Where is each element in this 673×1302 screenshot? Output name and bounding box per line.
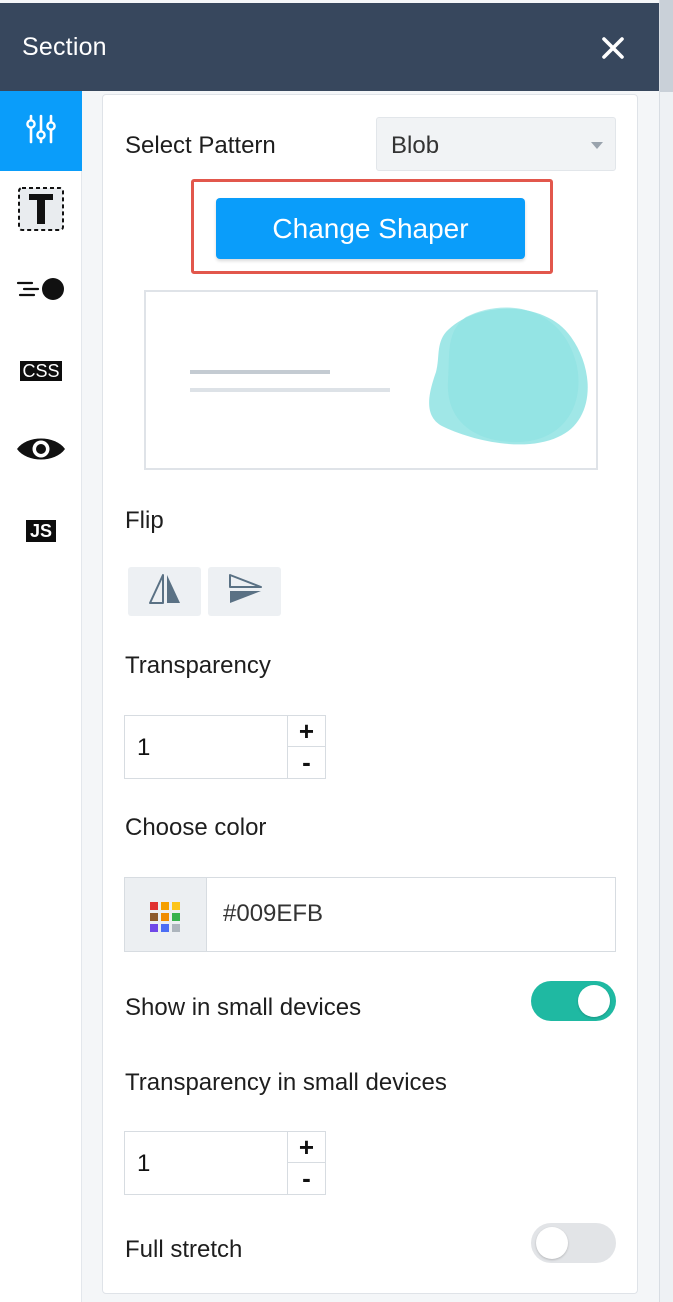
js-badge: JS bbox=[25, 520, 57, 542]
css-badge: CSS bbox=[20, 361, 62, 381]
transparency-label: Transparency bbox=[125, 652, 271, 679]
change-shaper-button[interactable]: Change Shaper bbox=[216, 198, 525, 259]
decrement-button[interactable]: - bbox=[288, 747, 325, 778]
select-pattern-label: Select Pattern bbox=[125, 132, 276, 159]
palette-cell bbox=[172, 924, 180, 932]
palette-cell bbox=[161, 913, 169, 921]
palette-cell bbox=[161, 924, 169, 932]
toggle-knob bbox=[536, 1227, 568, 1259]
transparency-stepper[interactable]: 1 + - bbox=[124, 715, 326, 779]
flip-horizontal-icon bbox=[147, 573, 183, 610]
panel-title: Section bbox=[22, 33, 107, 61]
show-small-devices-toggle[interactable] bbox=[531, 981, 616, 1021]
shape-preview bbox=[144, 290, 598, 470]
stepper-buttons: + - bbox=[287, 716, 325, 778]
increment-button[interactable]: + bbox=[288, 716, 325, 747]
sidebar-item-settings[interactable] bbox=[0, 91, 82, 171]
chevron-down-icon bbox=[591, 142, 603, 149]
transparency-small-stepper[interactable]: 1 + - bbox=[124, 1131, 326, 1195]
sidebar-rail: CSS JS bbox=[0, 91, 82, 1302]
eye-icon bbox=[15, 433, 67, 470]
page-background-edge bbox=[660, 0, 673, 1302]
flip-label: Flip bbox=[125, 507, 164, 534]
blob-preview-graphic bbox=[190, 307, 588, 445]
palette-cell bbox=[150, 902, 158, 910]
color-picker-field bbox=[124, 877, 616, 952]
motion-dot-icon bbox=[16, 277, 66, 306]
pattern-select[interactable]: Blob bbox=[376, 117, 616, 171]
sidebar-item-animation[interactable] bbox=[0, 251, 82, 331]
toggle-knob bbox=[578, 985, 610, 1017]
choose-color-label: Choose color bbox=[125, 814, 267, 841]
sidebar-item-css[interactable]: CSS bbox=[0, 331, 82, 411]
stepper-buttons: + - bbox=[287, 1132, 325, 1194]
full-stretch-label: Full stretch bbox=[125, 1236, 243, 1263]
palette-cell bbox=[172, 902, 180, 910]
flip-vertical-icon bbox=[227, 573, 263, 610]
sidebar-item-visibility[interactable] bbox=[0, 411, 82, 491]
decrement-button[interactable]: - bbox=[288, 1163, 325, 1194]
sidebar-item-typography[interactable] bbox=[0, 171, 82, 251]
sidebar-item-js[interactable]: JS bbox=[0, 491, 82, 571]
transparency-small-label: Transparency in small devices bbox=[125, 1069, 447, 1096]
close-icon[interactable] bbox=[596, 31, 630, 65]
flip-horizontal-button[interactable] bbox=[128, 567, 201, 616]
pattern-select-value: Blob bbox=[391, 132, 440, 159]
palette-cell bbox=[161, 902, 169, 910]
show-small-devices-label: Show in small devices bbox=[125, 994, 362, 1021]
text-box-icon bbox=[17, 186, 65, 237]
transparency-value[interactable]: 1 bbox=[137, 734, 150, 762]
color-hex-input[interactable] bbox=[223, 900, 603, 928]
palette-cell bbox=[150, 913, 158, 921]
settings-panel: Select Pattern Blob Change Shaper Flip T… bbox=[102, 94, 638, 1294]
color-palette-button[interactable] bbox=[125, 878, 207, 951]
sliders-icon bbox=[26, 113, 56, 150]
palette-cell bbox=[172, 913, 180, 921]
flip-vertical-button[interactable] bbox=[208, 567, 281, 616]
section-editor-window: Section CSS JS Select Pattern Blob Chang… bbox=[0, 0, 660, 1302]
increment-button[interactable]: + bbox=[288, 1132, 325, 1163]
panel-header: Section bbox=[0, 3, 659, 91]
page-background-header bbox=[660, 0, 673, 92]
palette-grid-icon bbox=[150, 902, 180, 932]
palette-cell bbox=[150, 924, 158, 932]
transparency-small-value[interactable]: 1 bbox=[137, 1150, 150, 1178]
full-stretch-toggle[interactable] bbox=[531, 1223, 616, 1263]
